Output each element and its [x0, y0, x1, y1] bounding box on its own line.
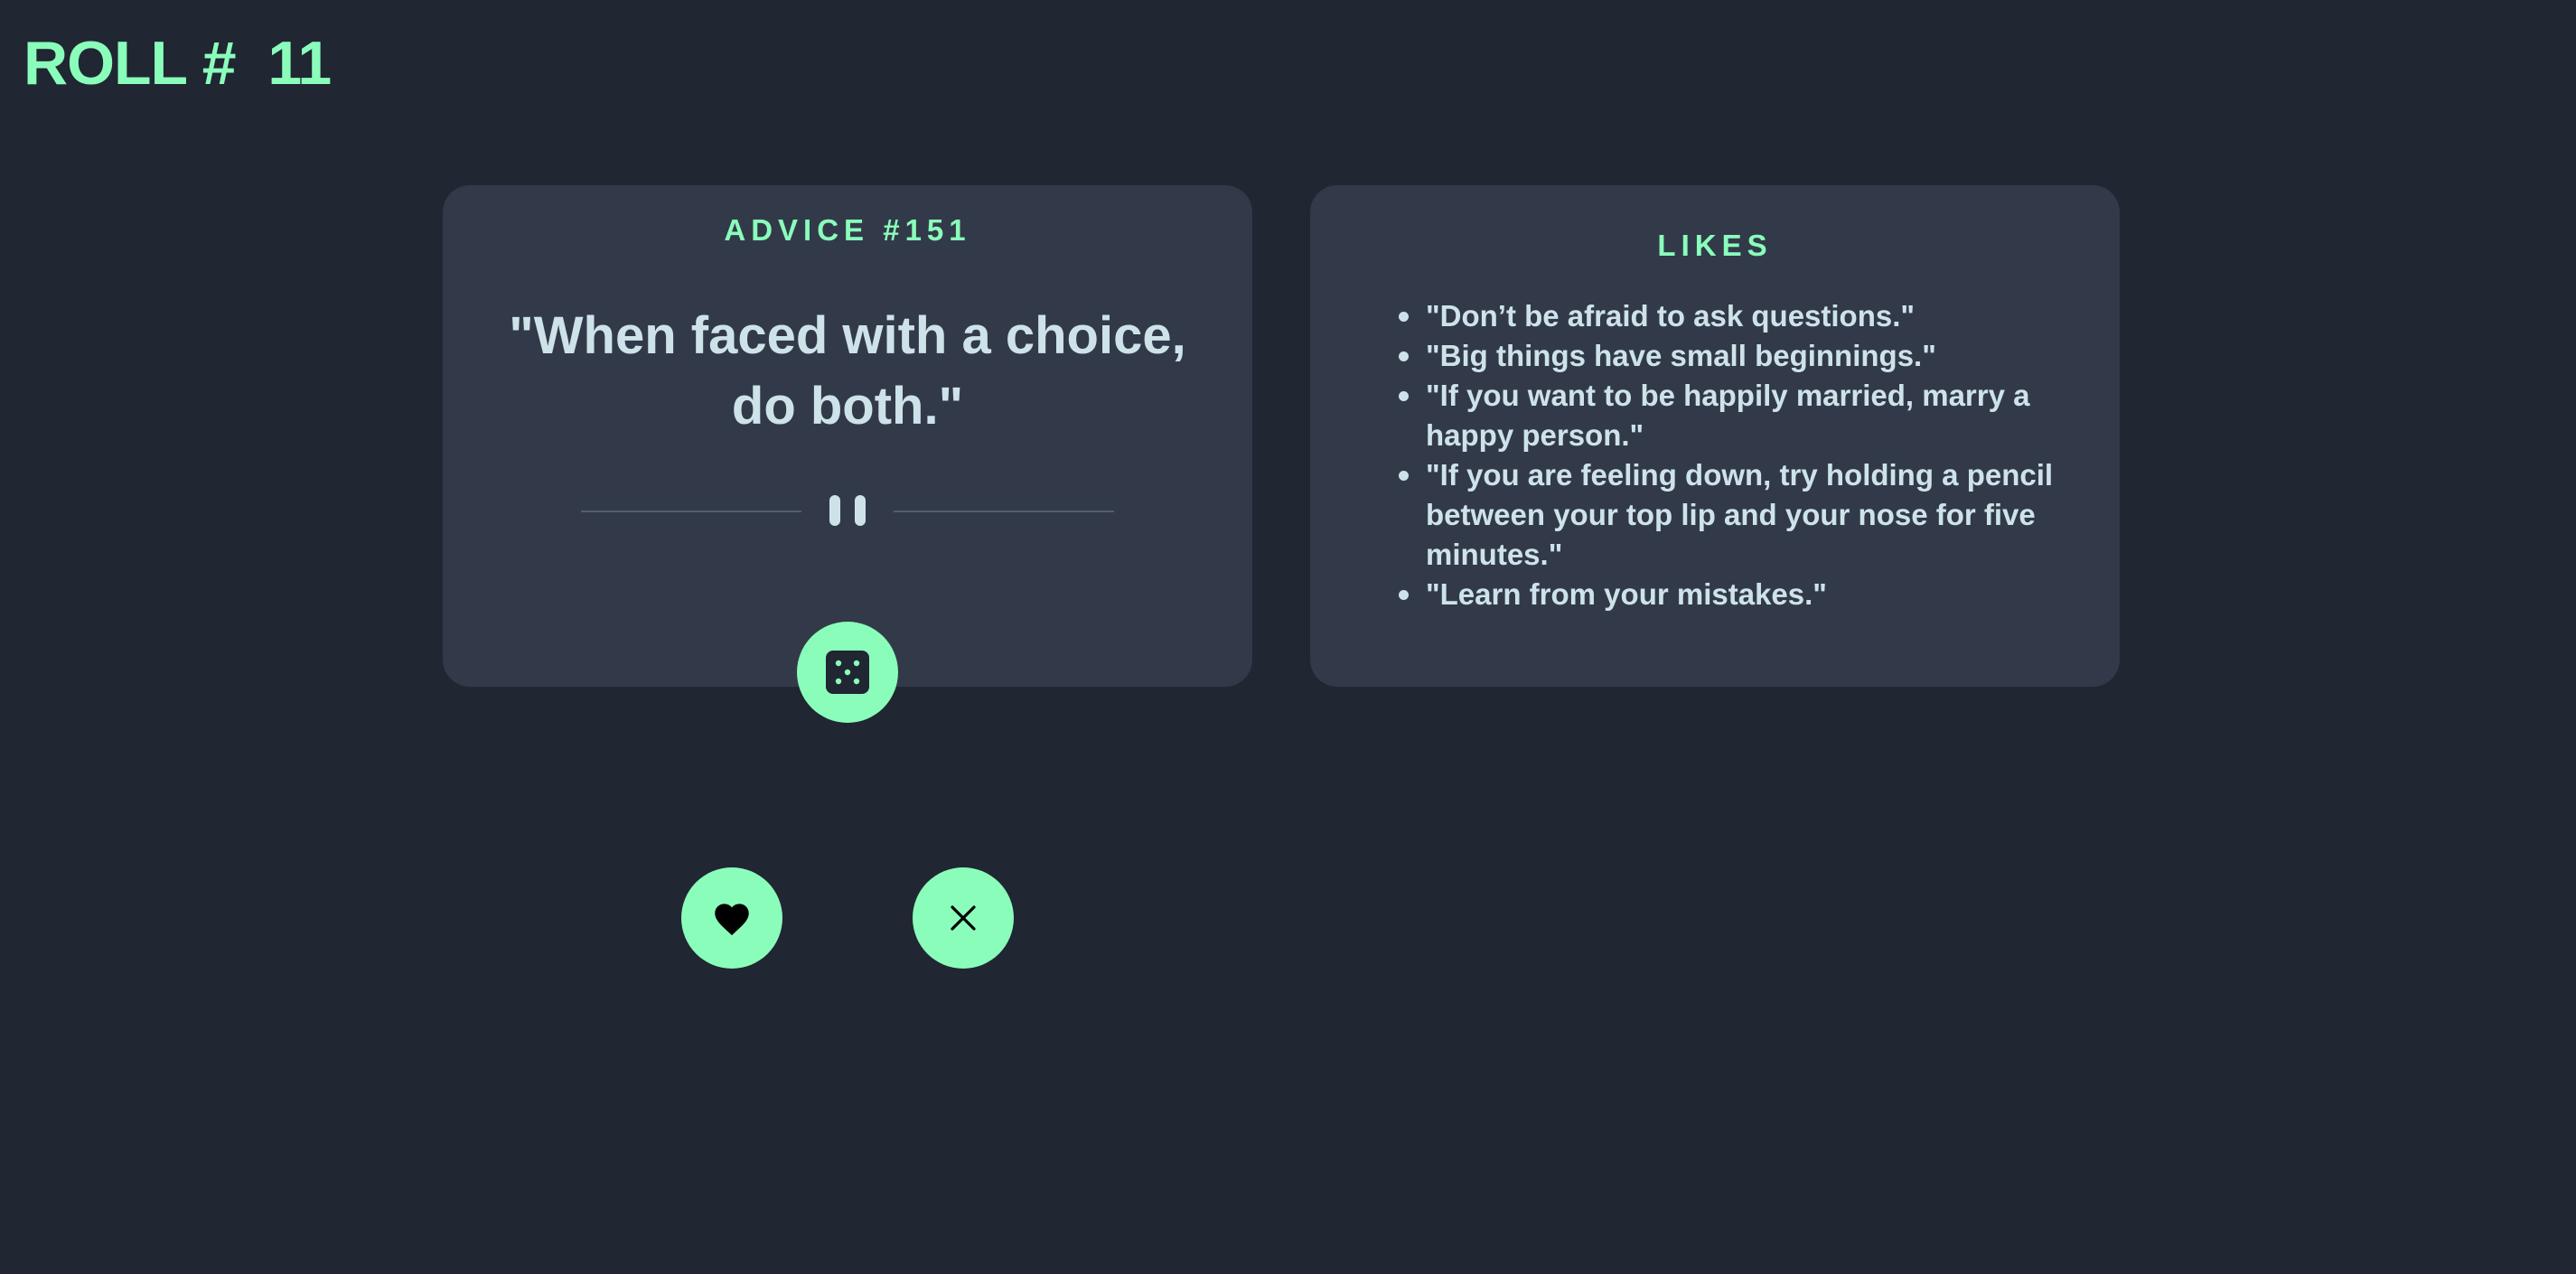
likes-title: LIKES	[1657, 229, 1773, 262]
likes-list: "Don’t be afraid to ask questions." "Big…	[1399, 296, 2076, 614]
close-icon	[951, 905, 976, 931]
liked-advice-item: "If you want to be happily married, marr…	[1399, 376, 2076, 455]
liked-advice-item: "If you are feeling down, try holding a …	[1399, 455, 2076, 575]
divider-line-left	[581, 511, 801, 512]
roll-dice-button[interactable]	[797, 622, 898, 723]
liked-advice-item: "Don’t be afraid to ask questions."	[1399, 296, 2076, 336]
heart-icon	[715, 904, 749, 936]
dismiss-button[interactable]	[913, 867, 1014, 969]
advice-quote: "When faced with a choice, do both."	[509, 306, 1186, 436]
like-button[interactable]	[681, 867, 782, 969]
roll-counter-title: ROLL # 11	[23, 29, 332, 98]
divider-line-right	[894, 511, 1114, 512]
pause-icon	[829, 495, 867, 526]
liked-advice-item: "Learn from your mistakes."	[1399, 575, 2076, 614]
advice-number-label: ADVICE #151	[724, 213, 971, 247]
liked-advice-item: "Big things have small beginnings."	[1399, 336, 2076, 376]
dice-icon	[826, 651, 869, 694]
